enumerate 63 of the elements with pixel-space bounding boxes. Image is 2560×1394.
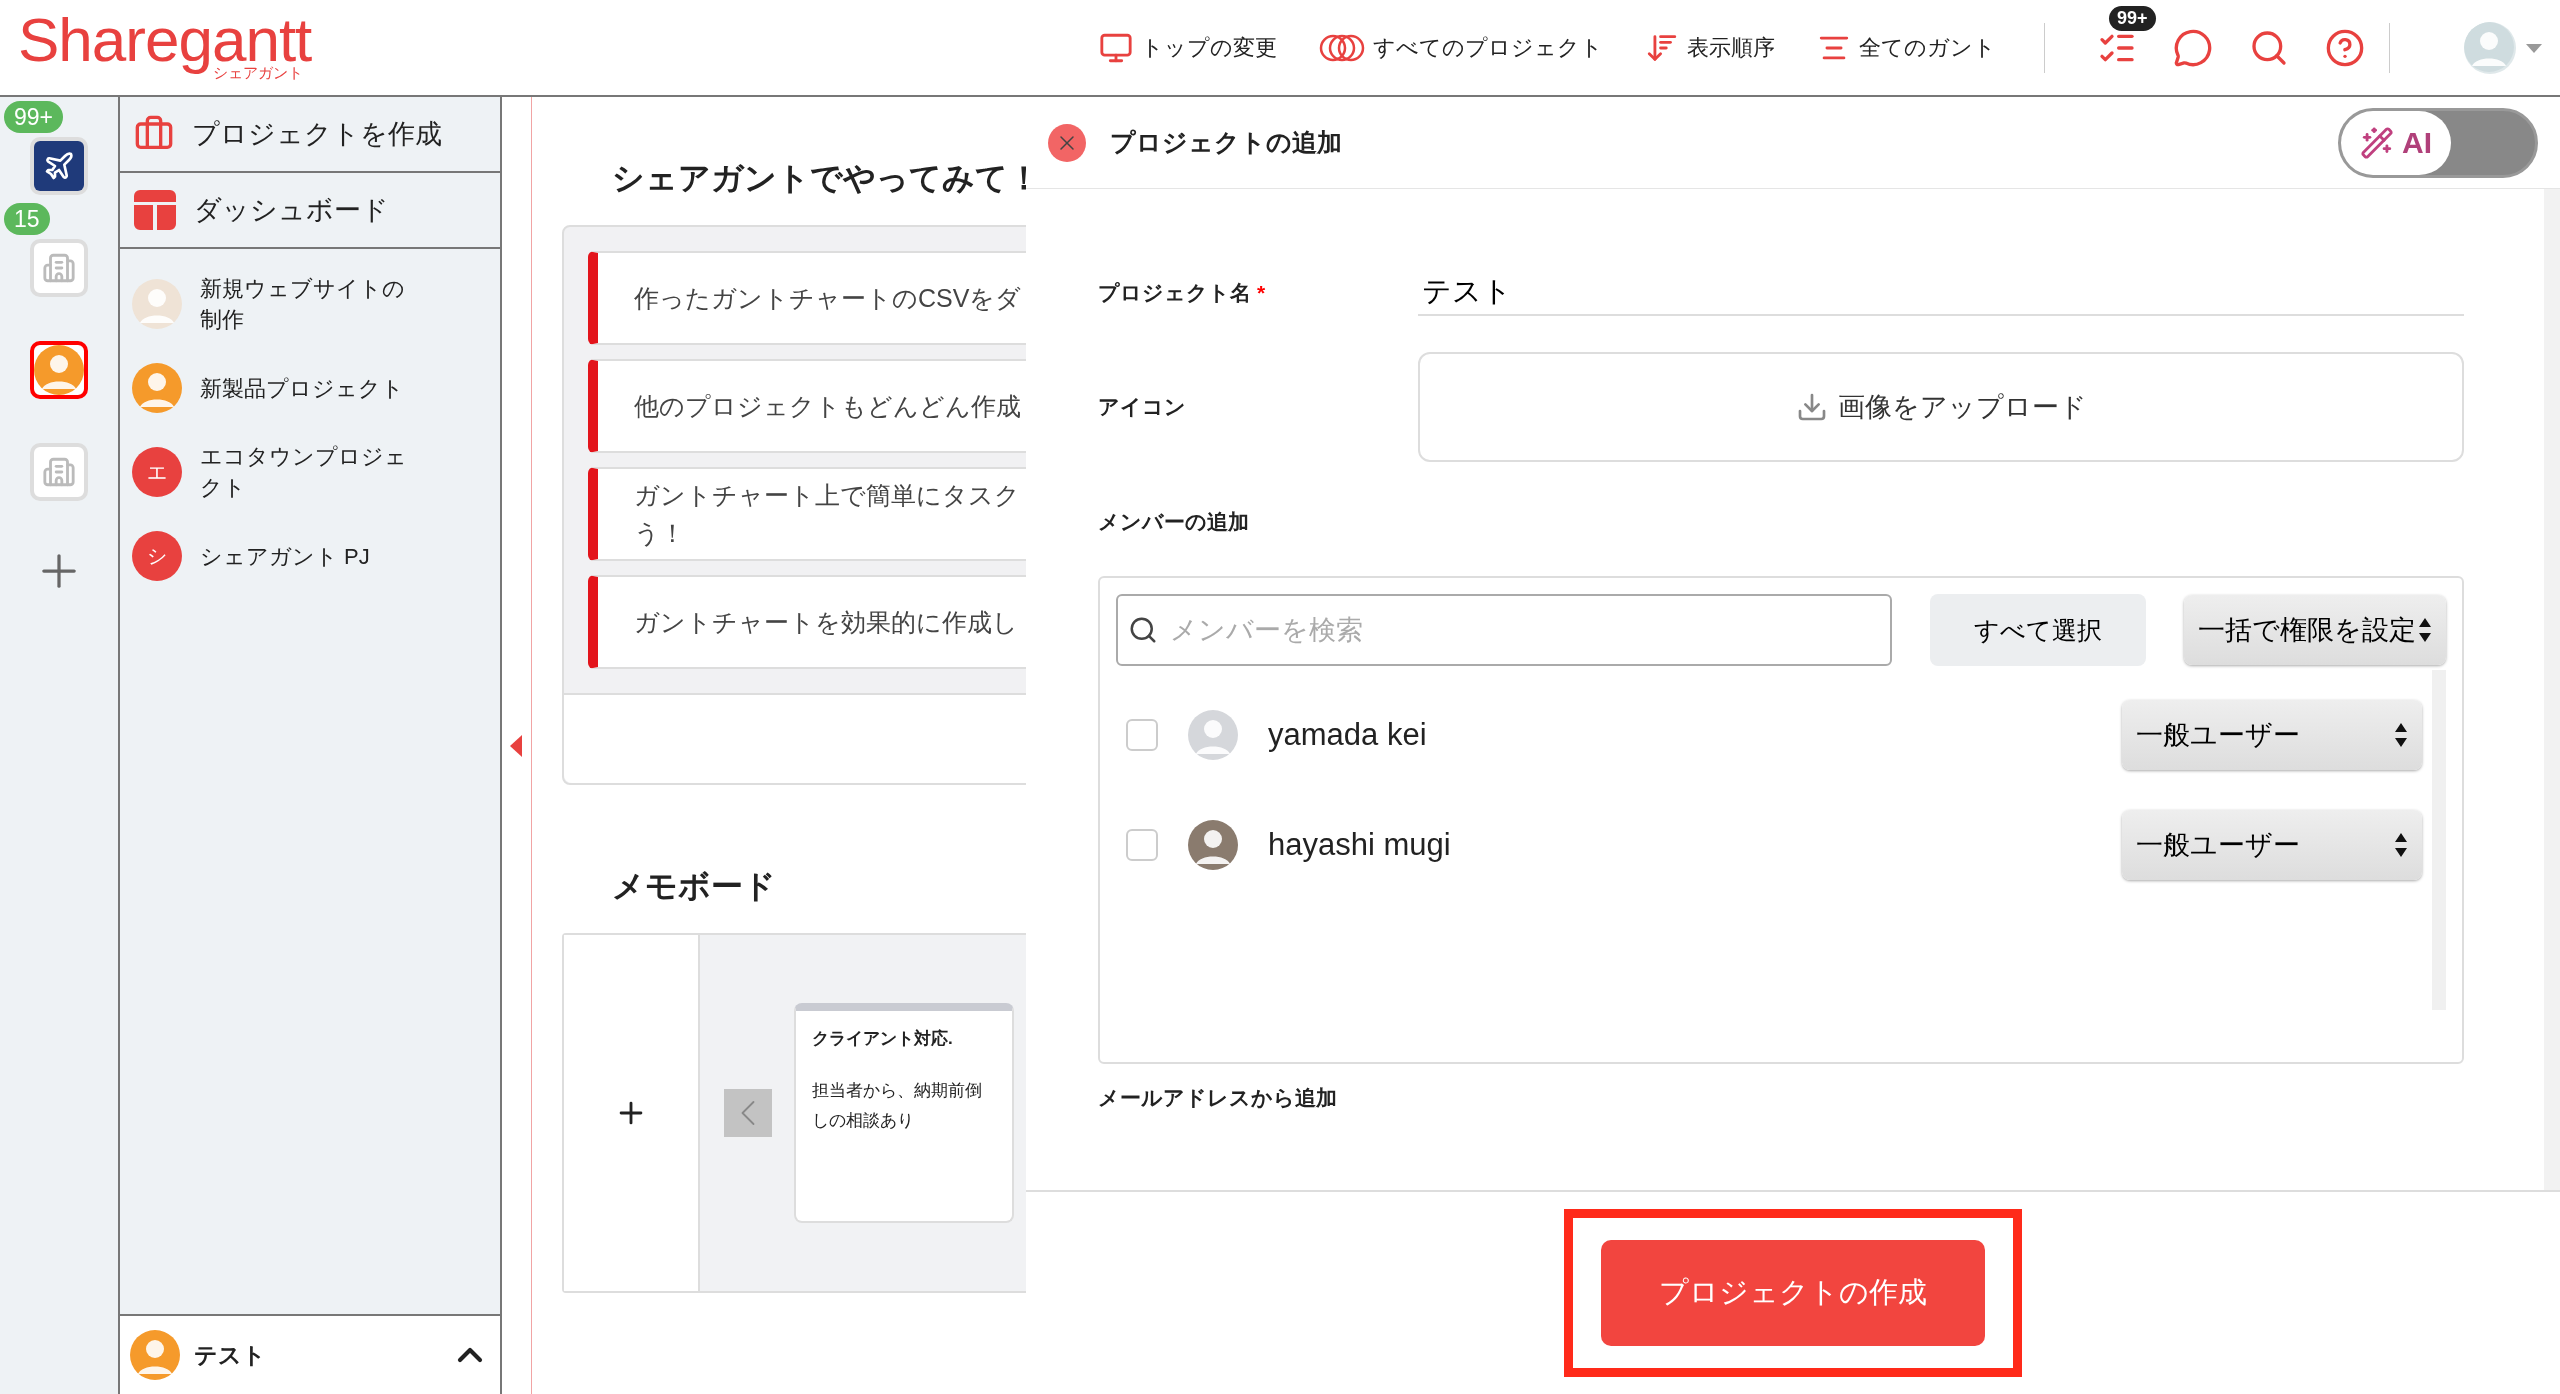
create-project-button[interactable]: プロジェクトの作成 [1601,1240,1985,1346]
select-all-button[interactable]: すべて選択 [1930,594,2146,666]
project-avatar: エ [132,447,182,497]
project-avatar [132,279,182,329]
nav-link[interactable]: 全てのガント [1817,30,1996,65]
person-icon [2464,21,2514,72]
section-title: メモボード [612,867,777,906]
field-label: プロジェクト名 * [1098,279,1267,306]
section-label: メンバーの追加 [1098,509,1250,535]
circles-icon [1319,32,1365,63]
member-avatar [1188,820,1238,870]
count-badge: 15 [4,203,50,235]
role-select[interactable]: 一般ユーザー [2122,700,2422,770]
building-icon [42,455,76,489]
project-avatar [132,363,182,413]
tip-item[interactable]: ガントチャート上で簡単にタスク う！ [588,467,1026,561]
checkbox[interactable] [1126,829,1158,861]
chat-icon[interactable] [2173,27,2213,68]
field-label: アイコン [1098,394,1187,420]
tip-item[interactable]: 他のプロジェクトもどんどん作成 [588,359,1026,453]
count-badge: 99+ [2109,5,2156,31]
tip-item[interactable]: ガントチャートを効果的に作成し [588,575,1026,669]
project-item[interactable]: 新製品プロジェクト [120,349,500,427]
project-avatar: シ [132,531,182,581]
tip-item[interactable]: 作ったガントチャートのCSVをダ [588,251,1026,345]
sidebar-action[interactable]: プロジェクトを作成 [120,97,500,173]
memo-title: クライアント対応. [812,1028,954,1050]
search-field[interactable]: メンバーを検索 [1116,594,1892,666]
section-title: シェアガントでやってみて！ [612,159,1026,198]
dashboard-icon [134,190,176,230]
current-project: テスト [194,1340,266,1370]
project-item[interactable]: シ シェアガント PJ [120,517,500,595]
dialog-title: プロジェクトの追加 [1110,127,1342,158]
close-button[interactable] [1048,123,1086,162]
ai-toggle[interactable]: AI [2338,107,2538,178]
nav-link[interactable]: 表示順序 [1645,30,1775,65]
nav-link[interactable]: すべてのプロジェクト [1319,32,1603,63]
person-icon [34,345,84,395]
member-avatar [1188,710,1238,760]
sidebar-action[interactable]: ダッシュボード [120,173,500,249]
upload-button[interactable]: 画像をアップロード [1418,352,2464,462]
project-item[interactable]: 新規ウェブサイトの制作 [120,259,500,349]
magic-wand-icon [2360,125,2394,160]
collapse-arrow-icon[interactable] [510,734,522,757]
member-name: yamada kei [1268,717,1427,753]
search-icon [1128,615,1158,645]
role-select[interactable]: 一括で権限を設定 [2184,595,2446,665]
building-icon [42,251,76,285]
role-select[interactable]: 一般ユーザー [2122,810,2422,880]
member-name: hayashi mugi [1268,827,1451,863]
count-badge: 99+ [4,101,63,133]
checkbox[interactable] [1126,719,1158,751]
memo-text: 担当者から、納期前倒しの相談あり [812,1080,983,1132]
up-down-arrows-icon [2394,831,2408,859]
help-icon[interactable] [2325,27,2365,68]
up-down-arrows-icon [2418,616,2432,644]
memo-card[interactable]: クライアント対応. 担当者から、納期前倒しの相談あり [794,1003,1014,1223]
airplane-icon [34,141,84,191]
up-down-arrows-icon [2394,721,2408,749]
nav-link[interactable]: トップの変更 [1099,30,1277,65]
project-item[interactable]: エ エコタウンプロジェクト [120,427,500,517]
project-avatar [130,1330,180,1380]
section-label: メールアドレスから追加 [1098,1085,1338,1111]
